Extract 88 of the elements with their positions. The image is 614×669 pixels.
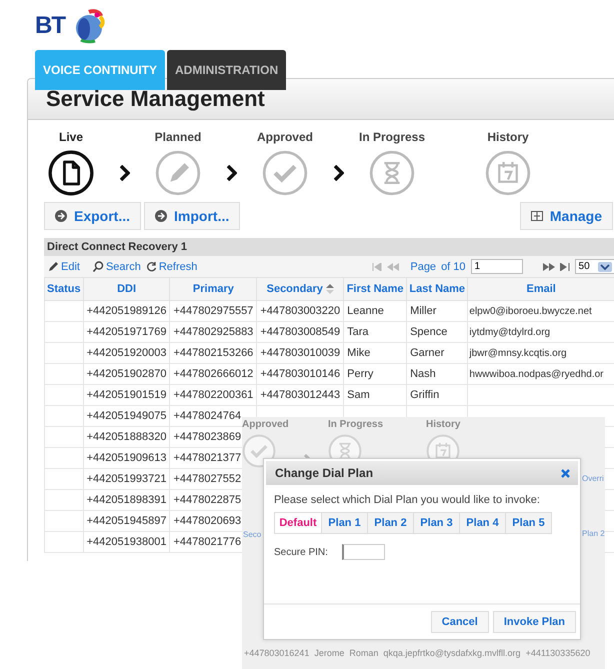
table-cell: +442051920003: [83, 342, 170, 364]
export-icon: [55, 210, 67, 222]
dialog-title: Change Dial Plan: [275, 466, 374, 480]
plan-tab[interactable]: Plan 5: [505, 513, 551, 533]
table-cell: Spence: [406, 322, 468, 342]
close-icon[interactable]: [561, 468, 570, 478]
table-cell: +442051888320: [83, 426, 170, 448]
import-icon: [155, 210, 168, 222]
dropdown-arrow-icon: [598, 262, 612, 272]
faded-table-cell: qkqa.jepfrtko@tysdafxkg.mvlfll.org: [383, 648, 521, 658]
last-page-icon[interactable]: [560, 262, 570, 270]
page-size-select[interactable]: 50: [574, 259, 614, 274]
table-cell: +447802925883: [170, 322, 257, 342]
table-cell: +447802153266: [170, 342, 257, 364]
step-label: History: [426, 419, 460, 430]
refresh-icon: [146, 261, 157, 272]
toolbar-link[interactable]: Refresh: [146, 260, 198, 272]
nav-tab[interactable]: VOICE CONTINUITY: [35, 50, 166, 90]
page-number-field[interactable]: 1: [470, 259, 523, 274]
faded-table-cell: +441130335620: [526, 648, 590, 658]
table-cell: Griffin: [406, 384, 468, 406]
table-cell: +442051945897: [83, 510, 170, 532]
table-cell: +442051989126: [83, 300, 170, 322]
column-header[interactable]: Secondary: [256, 278, 344, 300]
table-cell: +447803012443: [256, 384, 344, 406]
dialog-button[interactable]: Invoke Plan: [492, 611, 576, 633]
column-header[interactable]: Primary: [170, 278, 257, 300]
table-cell: +442051901519: [83, 384, 170, 406]
step-label: History: [487, 130, 529, 144]
toolbar-link[interactable]: Edit: [48, 260, 80, 272]
plan-tab[interactable]: Plan 4: [459, 513, 505, 533]
pin-field[interactable]: [342, 544, 385, 560]
grid-title-bar: Direct Connect Recovery 1: [44, 238, 614, 256]
dialog-button[interactable]: Cancel: [430, 611, 489, 633]
faded-table-cell: +447803016241: [244, 648, 310, 658]
table-cell: Nash: [406, 364, 468, 384]
plan-tab[interactable]: Plan 1: [321, 513, 367, 533]
toolbar-button[interactable]: Manage: [520, 202, 613, 230]
table-cell: +447803010146: [256, 364, 344, 384]
table-cell: +442051971769: [83, 322, 170, 342]
table-cell: +447802666012: [170, 364, 257, 384]
plan-tab[interactable]: Plan 2: [367, 513, 413, 533]
table-cell: +442051993721: [83, 468, 170, 490]
pencil-icon: [48, 261, 59, 272]
column-header[interactable]: Status: [44, 278, 84, 300]
step-label: In Progress: [328, 419, 384, 430]
column-header[interactable]: Email: [468, 278, 614, 300]
table-cell: Sam: [344, 384, 407, 406]
search-icon: [92, 261, 104, 272]
table-cell: Mike: [344, 342, 407, 364]
table-cell: +442051909613: [83, 448, 170, 468]
dialog-prompt: Please select which Dial Plan you would like to invoke:: [274, 494, 541, 506]
table-cell: +442051938001: [83, 532, 170, 552]
table-cell: +442051949075: [83, 406, 170, 426]
table-cell: Leanne: [344, 300, 407, 322]
table-cell: +442051898391: [83, 490, 170, 510]
step-label: In Progress: [358, 130, 426, 144]
plan-tab[interactable]: Plan 3: [413, 513, 459, 533]
logo-text: BT: [35, 12, 65, 40]
nav-tab[interactable]: ADMINISTRATION: [167, 50, 286, 90]
table-cell: Miller: [406, 300, 468, 322]
table-cell: Garner: [406, 342, 468, 364]
table-cell: +447803003220: [256, 300, 344, 322]
column-header[interactable]: First Name: [344, 278, 407, 300]
step-label: Live: [58, 130, 83, 144]
table-cell: +447803008549: [256, 322, 344, 342]
column-header[interactable]: Last Name: [406, 278, 468, 300]
toolbar-button[interactable]: Export...: [44, 202, 142, 230]
faded-text: Plan 2: [582, 529, 605, 538]
table-cell: +442051902870: [83, 364, 170, 384]
faded-table-cell: Jerome: [314, 648, 344, 658]
table-cell: Perry: [344, 364, 407, 384]
table-icon: [530, 211, 543, 221]
step-label: Approved: [256, 130, 313, 144]
table-cell: Tara: [344, 322, 407, 342]
toolbar-button[interactable]: Import...: [144, 202, 240, 230]
faded-table-cell: Roman: [349, 648, 378, 658]
table-cell: +447803010039: [256, 342, 344, 364]
table-cell: +447802975557: [170, 300, 257, 322]
table-cell: +447802200361: [170, 384, 257, 406]
faded-text: Overri: [582, 474, 604, 483]
toolbar-link[interactable]: Search: [92, 260, 141, 272]
page-count: of 10: [441, 260, 466, 272]
page-label: Page: [410, 260, 436, 272]
step-label: Planned: [154, 130, 202, 144]
column-header[interactable]: DDI: [83, 278, 170, 300]
pin-label: Secure PIN:: [274, 546, 328, 558]
next-page-icon[interactable]: [542, 262, 555, 270]
